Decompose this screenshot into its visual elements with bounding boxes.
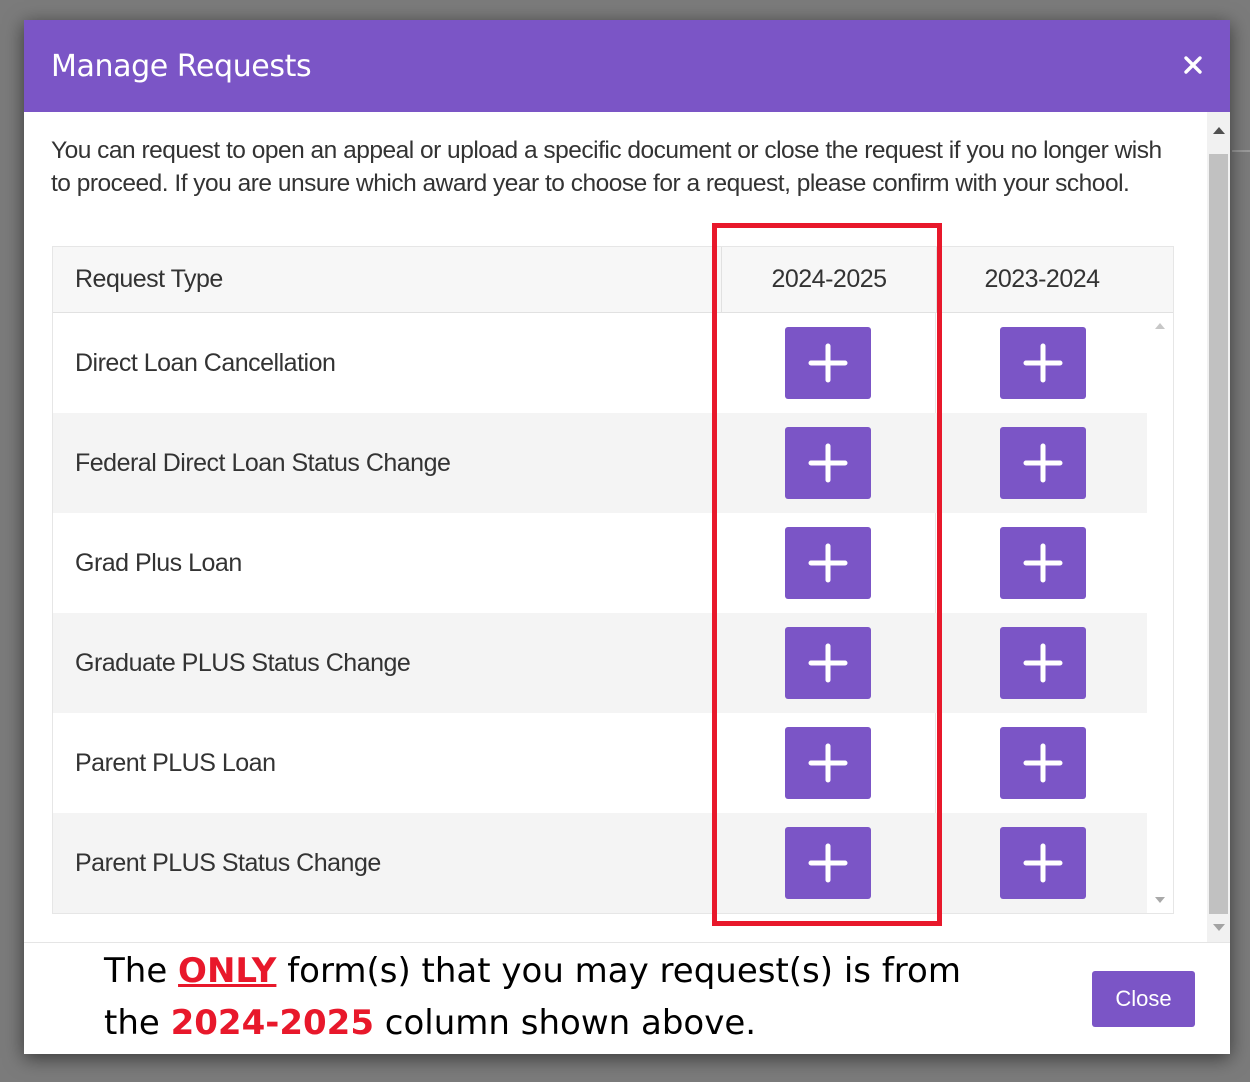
add-request-2024-2025-button[interactable] bbox=[785, 727, 871, 799]
scroll-down-arrow-icon[interactable] bbox=[1213, 924, 1225, 931]
header-2023-2024: 2023-2024 bbox=[984, 265, 1100, 293]
row-label: Graduate PLUS Status Change bbox=[75, 648, 411, 677]
backdrop-divider bbox=[1232, 150, 1250, 152]
note-text: the bbox=[104, 1003, 171, 1043]
add-request-2023-2024-button[interactable] bbox=[1000, 427, 1086, 499]
scroll-up-arrow-icon[interactable] bbox=[1155, 323, 1165, 329]
instruction-note: The ONLY form(s) that you may request(s)… bbox=[104, 943, 1054, 1049]
table-body: Direct Loan Cancellation Federal Direct … bbox=[53, 313, 1173, 913]
modal-title: Manage Requests bbox=[51, 49, 312, 84]
table-header: Request Type 2024-2025 2023-2024 bbox=[53, 247, 1173, 313]
plus-icon bbox=[808, 743, 848, 783]
row-label: Parent PLUS Loan bbox=[75, 748, 276, 777]
add-request-2024-2025-button[interactable] bbox=[785, 327, 871, 399]
row-label: Grad Plus Loan bbox=[75, 548, 242, 577]
plus-icon bbox=[808, 343, 848, 383]
modal-body: You can request to open an appeal or upl… bbox=[24, 112, 1230, 942]
manage-requests-modal: Manage Requests You can request to open … bbox=[24, 20, 1230, 1054]
close-icon[interactable] bbox=[1178, 50, 1208, 80]
row-label: Federal Direct Loan Status Change bbox=[75, 448, 451, 477]
add-request-2023-2024-button[interactable] bbox=[1000, 627, 1086, 699]
note-year-emphasis: 2024-2025 bbox=[170, 1003, 374, 1043]
plus-icon bbox=[808, 843, 848, 883]
add-request-2024-2025-button[interactable] bbox=[785, 627, 871, 699]
row-label: Parent PLUS Status Change bbox=[75, 848, 381, 877]
scroll-down-arrow-icon[interactable] bbox=[1155, 897, 1165, 903]
table-row: Grad Plus Loan bbox=[53, 513, 1147, 613]
table-row: Parent PLUS Loan bbox=[53, 713, 1147, 813]
header-request-type: Request Type bbox=[75, 265, 223, 293]
close-button[interactable]: Close bbox=[1092, 971, 1195, 1027]
table-row: Parent PLUS Status Change bbox=[53, 813, 1147, 913]
modal-header: Manage Requests bbox=[24, 20, 1230, 112]
note-text: The bbox=[104, 951, 179, 991]
add-request-2023-2024-button[interactable] bbox=[1000, 327, 1086, 399]
modal-footer: The ONLY form(s) that you may request(s)… bbox=[24, 942, 1230, 1054]
plus-icon bbox=[808, 443, 848, 483]
scrollbar-thumb[interactable] bbox=[1209, 154, 1228, 914]
add-request-2023-2024-button[interactable] bbox=[1000, 827, 1086, 899]
plus-icon bbox=[1023, 343, 1063, 383]
add-request-2024-2025-button[interactable] bbox=[785, 827, 871, 899]
add-request-2024-2025-button[interactable] bbox=[785, 527, 871, 599]
row-label: Direct Loan Cancellation bbox=[75, 348, 336, 377]
plus-icon bbox=[1023, 543, 1063, 583]
table-row: Federal Direct Loan Status Change bbox=[53, 413, 1147, 513]
add-request-2023-2024-button[interactable] bbox=[1000, 727, 1086, 799]
note-text: column shown above. bbox=[373, 1003, 757, 1043]
note-line-1: The ONLY form(s) that you may request(s)… bbox=[104, 945, 1054, 997]
plus-icon bbox=[1023, 843, 1063, 883]
scroll-up-arrow-icon[interactable] bbox=[1213, 127, 1225, 134]
table-scrollbar[interactable] bbox=[1147, 313, 1173, 913]
plus-icon bbox=[1023, 743, 1063, 783]
header-2024-2025: 2024-2025 bbox=[721, 247, 937, 312]
requests-table: Request Type 2024-2025 2023-2024 Direct … bbox=[52, 246, 1174, 914]
table-row: Graduate PLUS Status Change bbox=[53, 613, 1147, 713]
modal-scrollbar[interactable] bbox=[1207, 112, 1230, 942]
plus-icon bbox=[1023, 443, 1063, 483]
note-text: form(s) that you may request(s) is from bbox=[276, 951, 961, 991]
plus-icon bbox=[808, 543, 848, 583]
note-line-2: the 2024-2025 column shown above. bbox=[104, 997, 1054, 1049]
intro-text: You can request to open an appeal or upl… bbox=[51, 137, 1162, 197]
table-row: Direct Loan Cancellation bbox=[53, 313, 1147, 413]
note-only-emphasis: ONLY bbox=[178, 951, 277, 991]
add-request-2024-2025-button[interactable] bbox=[785, 427, 871, 499]
add-request-2023-2024-button[interactable] bbox=[1000, 527, 1086, 599]
plus-icon bbox=[808, 643, 848, 683]
plus-icon bbox=[1023, 643, 1063, 683]
